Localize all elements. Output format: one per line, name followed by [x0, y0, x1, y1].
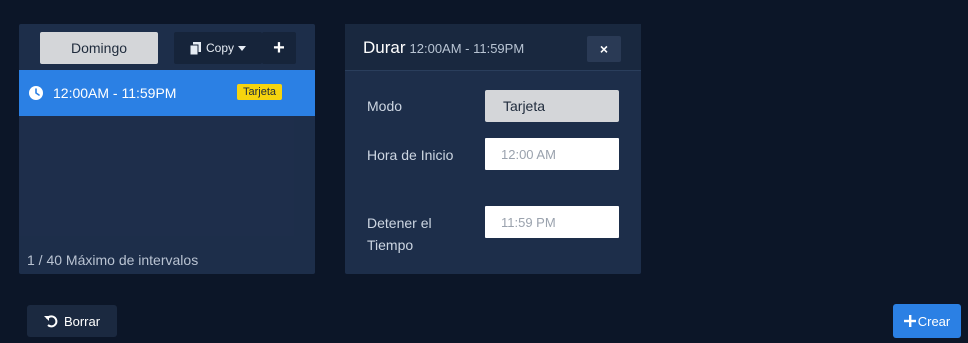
interval-time: 12:00AM - 11:59PM — [53, 85, 177, 101]
detail-title-text: Durar — [363, 38, 406, 57]
interval-item[interactable]: 12:00AM - 11:59PM Tarjeta — [19, 70, 315, 116]
copy-button[interactable]: Copy — [174, 32, 262, 64]
clock-icon — [29, 86, 43, 100]
detail-range: 12:00AM - 11:59PM — [409, 41, 525, 56]
reset-button[interactable]: Borrar — [27, 305, 117, 337]
close-icon: × — [599, 41, 609, 57]
close-button[interactable]: × — [587, 36, 621, 62]
mode-select[interactable]: Tarjeta — [485, 90, 619, 122]
stop-time-label: Detener el Tiempo — [367, 215, 432, 253]
stop-time-input[interactable] — [485, 206, 619, 238]
copy-label: Copy — [205, 41, 234, 55]
schedule-panel: Domingo Copy + 12:00AM - 11:59PM Tarjeta… — [19, 24, 315, 274]
max-intervals-text: 1 / 40 Máximo de intervalos — [27, 252, 199, 268]
create-button[interactable]: Crear — [893, 304, 961, 338]
interval-detail-panel: Durar 12:00AM - 11:59PM × Modo Tarjeta Ho… — [345, 24, 641, 274]
start-time-label: Hora de Inicio — [367, 147, 454, 163]
interval-list: 12:00AM - 11:59PM Tarjeta — [19, 70, 315, 236]
caret-down-icon — [238, 45, 246, 51]
detail-header: Durar 12:00AM - 11:59PM × — [345, 24, 641, 71]
detail-title: Durar 12:00AM - 11:59PM — [363, 38, 524, 58]
day-selector-button[interactable]: Domingo — [40, 32, 158, 64]
day-label: Domingo — [70, 40, 128, 56]
reset-label: Borrar — [63, 313, 101, 329]
mode-label: Modo — [367, 98, 403, 114]
undo-icon — [43, 315, 58, 328]
add-interval-button[interactable]: + — [262, 32, 296, 64]
create-label: Crear — [917, 313, 951, 329]
start-time-input[interactable] — [485, 138, 619, 170]
mode-badge: Tarjeta — [237, 84, 283, 100]
mode-value: Tarjeta — [503, 98, 546, 114]
copy-icon — [189, 41, 201, 55]
plus-icon — [903, 315, 916, 327]
plus-icon: + — [273, 36, 285, 59]
